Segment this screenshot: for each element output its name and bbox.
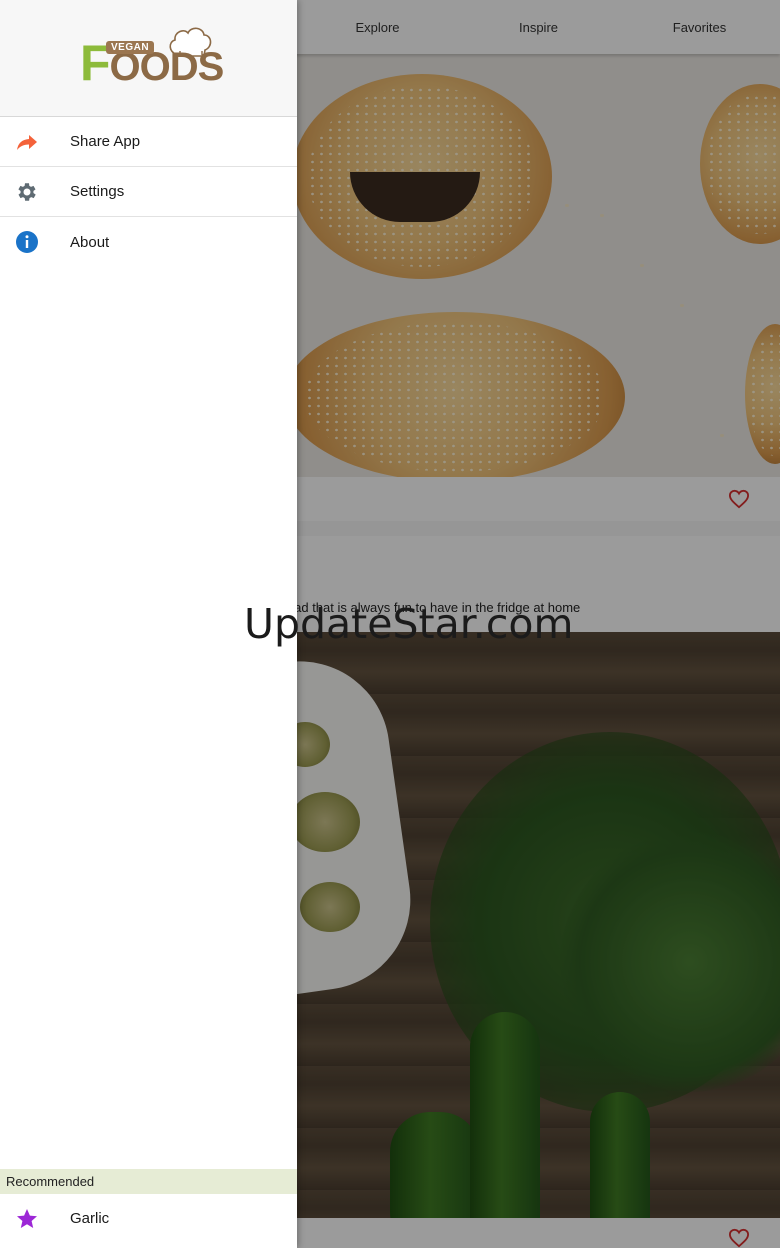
drawer-item-share-app[interactable]: Share App: [0, 117, 297, 167]
recommended-label: Recommended: [6, 1174, 95, 1189]
drawer-item-label: Settings: [70, 183, 125, 200]
info-icon: [16, 231, 38, 253]
drawer-item-label: About: [70, 233, 110, 251]
gear-icon: [18, 183, 36, 201]
app-root: Explore Inspire Favorites alad that is a…: [0, 0, 780, 1248]
star-icon: [17, 1209, 37, 1228]
drawer-item-settings[interactable]: Settings: [0, 167, 297, 217]
recommended-item-garlic[interactable]: Garlic: [0, 1194, 297, 1244]
app-logo: FOODS VEGAN: [80, 24, 224, 92]
watermark-text: UpdateStar.com: [244, 600, 574, 648]
logo-vegan-badge: VEGAN: [106, 41, 155, 54]
drawer-item-about[interactable]: About: [0, 217, 297, 267]
drawer-item-label: Share App: [70, 133, 141, 150]
recommended-item-label: Garlic: [70, 1210, 110, 1227]
share-icon: [17, 135, 37, 150]
drawer-header: FOODS VEGAN: [0, 0, 297, 117]
recommended-section-header: Recommended: [0, 1169, 297, 1194]
